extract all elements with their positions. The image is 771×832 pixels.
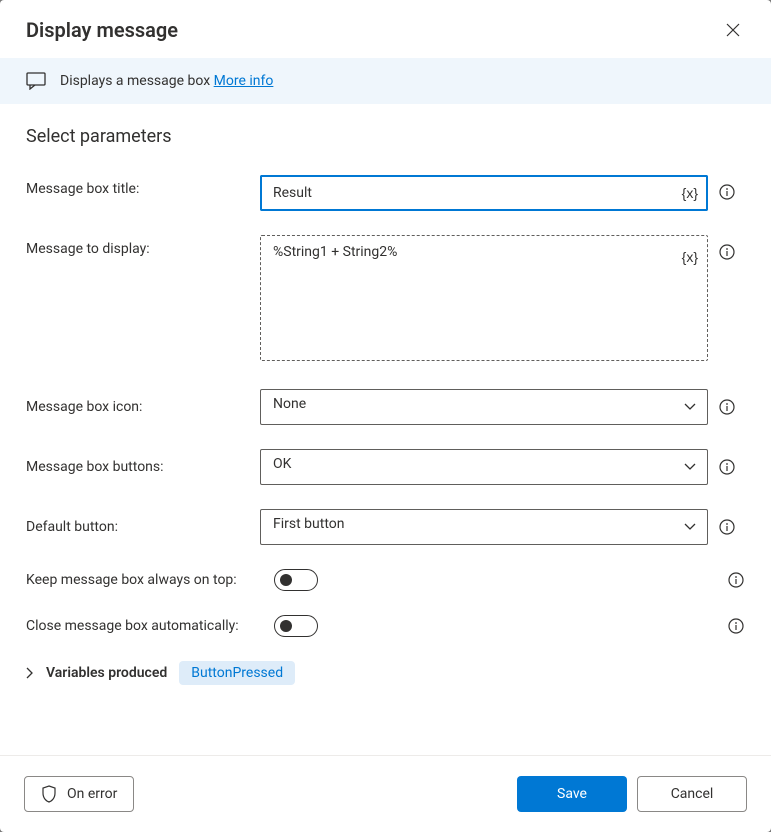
close-button[interactable] <box>721 18 745 42</box>
info-button-message[interactable] <box>718 243 736 261</box>
info-bar: Displays a message box More info <box>0 58 771 104</box>
info-button-autoclose[interactable] <box>727 617 745 635</box>
info-button-icon[interactable] <box>718 398 736 416</box>
variables-produced-label: Variables produced <box>46 665 167 681</box>
info-icon <box>728 618 744 634</box>
row-autoclose: Close message box automatically: <box>26 615 745 637</box>
display-message-dialog: Display message Displays a message box M… <box>0 0 771 832</box>
info-icon <box>719 519 735 535</box>
chevron-right-icon <box>26 667 34 679</box>
row-message: Message to display: %String1 + String2% … <box>26 235 745 365</box>
more-info-link[interactable]: More info <box>214 73 274 89</box>
row-buttons: Message box buttons: OK <box>26 449 745 485</box>
variables-expand-button[interactable] <box>26 667 34 679</box>
label-icon: Message box icon: <box>26 399 260 415</box>
always-on-top-toggle[interactable] <box>274 569 318 591</box>
info-bar-text: Displays a message box More info <box>60 73 273 89</box>
message-to-display-input[interactable]: %String1 + String2% <box>260 235 708 361</box>
insert-variable-button[interactable]: {x} <box>682 249 698 265</box>
info-icon <box>719 399 735 415</box>
on-error-label: On error <box>67 786 117 802</box>
dialog-title: Display message <box>26 18 178 42</box>
label-autoclose: Close message box automatically: <box>26 618 274 634</box>
info-button-default[interactable] <box>718 518 736 536</box>
message-box-icon-select[interactable]: None <box>260 389 708 425</box>
toggle-knob <box>280 620 292 632</box>
message-icon <box>26 72 46 90</box>
label-ontop: Keep message box always on top: <box>26 572 274 588</box>
info-icon <box>728 572 744 588</box>
label-title: Message box title: <box>26 175 260 197</box>
row-icon: Message box icon: None <box>26 389 745 425</box>
cancel-button[interactable]: Cancel <box>637 776 747 812</box>
info-button-title[interactable] <box>718 183 736 201</box>
footer: On error Save Cancel <box>0 755 771 832</box>
variable-buttonpressed[interactable]: ButtonPressed <box>179 661 295 685</box>
shield-icon <box>41 785 57 803</box>
close-icon <box>726 23 740 37</box>
on-error-button[interactable]: On error <box>24 776 134 812</box>
info-icon <box>719 459 735 475</box>
info-icon <box>719 184 735 200</box>
label-buttons: Message box buttons: <box>26 459 260 475</box>
section-header: Select parameters <box>26 126 745 147</box>
auto-close-toggle[interactable] <box>274 615 318 637</box>
toggle-knob <box>280 574 292 586</box>
row-default: Default button: First button <box>26 509 745 545</box>
row-title: Message box title: {x} <box>26 175 745 211</box>
row-ontop: Keep message box always on top: <box>26 569 745 591</box>
info-button-ontop[interactable] <box>727 571 745 589</box>
save-button[interactable]: Save <box>517 776 627 812</box>
info-button-buttons[interactable] <box>718 458 736 476</box>
message-box-title-input[interactable] <box>260 175 708 211</box>
label-message: Message to display: <box>26 235 260 257</box>
insert-variable-button[interactable]: {x} <box>682 185 698 201</box>
default-button-select[interactable]: First button <box>260 509 708 545</box>
content-area: Select parameters Message box title: {x}… <box>0 104 771 755</box>
message-box-buttons-select[interactable]: OK <box>260 449 708 485</box>
info-icon <box>719 244 735 260</box>
variables-produced-row: Variables produced ButtonPressed <box>26 661 745 685</box>
title-bar: Display message <box>0 0 771 58</box>
label-default: Default button: <box>26 519 260 535</box>
